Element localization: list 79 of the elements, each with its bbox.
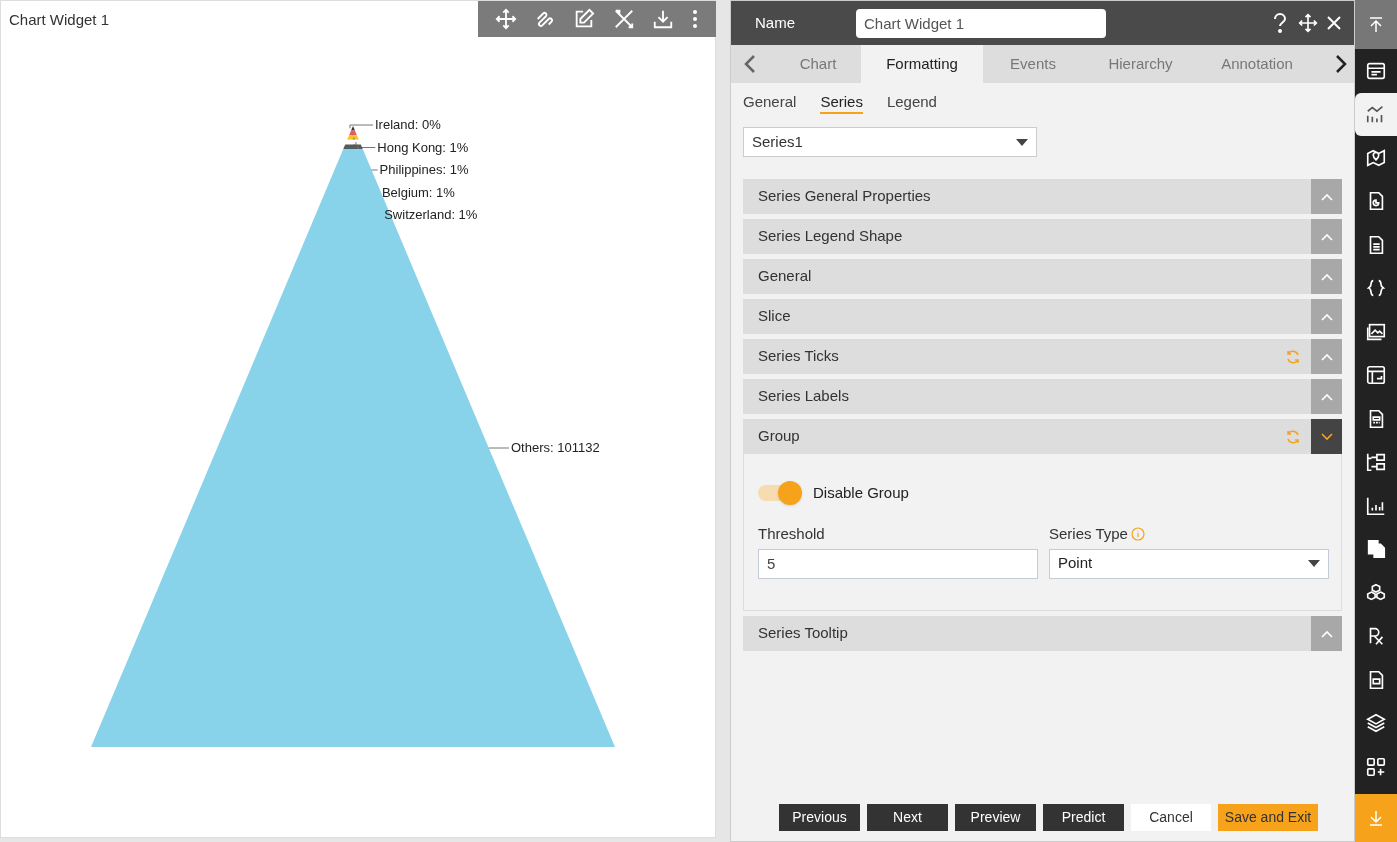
move-icon[interactable] (1298, 13, 1318, 33)
name-field[interactable]: Chart Widget 1 (856, 8, 1106, 38)
section-title: Series Labels (757, 386, 850, 407)
layers-icon (1365, 712, 1387, 735)
close-icon[interactable] (1326, 15, 1342, 31)
toggle-section-button[interactable] (1311, 299, 1342, 334)
threshold-field[interactable]: 5 (758, 548, 1038, 579)
section-title: Series General Properties (757, 186, 932, 207)
slice-label: Philippines: 1% (379, 163, 469, 176)
dropdown-value: Series1 (752, 131, 803, 152)
caret-icon (1016, 138, 1028, 146)
toggle-section-button[interactable] (1311, 419, 1342, 454)
chevron-left-icon[interactable] (743, 54, 757, 74)
chevron-up-icon (1320, 272, 1333, 281)
copy-icon (1365, 538, 1387, 561)
slice-label: Others: 101132 (511, 441, 600, 454)
section-header[interactable]: Series Tooltip (743, 616, 1342, 651)
section-header[interactable]: Series General Properties (743, 179, 1342, 214)
toggle-section-button[interactable] (1311, 179, 1342, 214)
section-title: Series Tooltip (757, 623, 849, 644)
section-header[interactable]: Series Labels (743, 379, 1342, 414)
chevron-up-icon (1320, 312, 1333, 321)
action-button[interactable]: Predict (1043, 804, 1124, 831)
section-title: Series Ticks (757, 346, 840, 367)
section-header[interactable]: Series Ticks (743, 339, 1342, 374)
action-button[interactable]: Previous (779, 804, 860, 831)
slice-label: Belgium: 1% (381, 185, 455, 199)
chevron-up-icon (1320, 232, 1333, 241)
subtab[interactable]: Series (820, 93, 863, 114)
sidebar-item[interactable] (1355, 92, 1397, 136)
chevron-down-icon (1320, 432, 1333, 441)
tab[interactable]: Formatting (861, 45, 983, 83)
name-label: Name (755, 12, 796, 33)
action-button[interactable]: Preview (955, 804, 1036, 831)
toggle-section-button[interactable] (1311, 616, 1342, 651)
layout-icon (1365, 364, 1387, 387)
subtab[interactable]: Legend (886, 93, 937, 114)
toggle-label: Disable Group (813, 482, 909, 503)
chevron-up-icon (1320, 629, 1333, 638)
edit-icon[interactable] (573, 8, 596, 30)
action-button[interactable]: Next (867, 804, 948, 831)
section-title: Slice (757, 306, 792, 327)
section-header[interactable]: General (743, 259, 1342, 294)
add-widget-icon (1365, 755, 1387, 778)
dropdown-value: Point (1058, 553, 1093, 574)
threshold-label: Threshold (758, 524, 826, 544)
more-icon[interactable] (691, 9, 700, 29)
section-header[interactable]: Series Legend Shape (743, 219, 1342, 254)
section-title: General (757, 266, 813, 287)
section-header[interactable]: Slice (743, 299, 1342, 334)
download-icon[interactable] (651, 8, 674, 30)
chevron-up-icon (1320, 192, 1333, 201)
toggle-section-button[interactable] (1311, 379, 1342, 414)
toggle-section-button[interactable] (1311, 259, 1342, 294)
series-dropdown[interactable]: Series1 (743, 127, 1037, 157)
series-type-label: Series Type (1049, 524, 1128, 544)
toggle-section-button[interactable] (1311, 219, 1342, 254)
chevron-up-icon (1320, 392, 1333, 401)
chevron-up-icon (1320, 352, 1333, 361)
series-type-dropdown[interactable]: Point (1049, 548, 1329, 579)
download-icon (1369, 810, 1383, 826)
section-title: Group (757, 426, 801, 447)
tree-icon (1365, 451, 1387, 474)
widget-title: Chart Widget 1 (9, 10, 110, 30)
arrow-up-icon (1369, 16, 1383, 33)
action-button[interactable]: Cancel (1131, 804, 1211, 831)
section-title: Series Legend Shape (757, 226, 904, 247)
subtab[interactable]: General (743, 93, 797, 114)
slice-label: Ireland: 0% (375, 118, 441, 131)
slice-label: Hong Kong: 1% (377, 140, 469, 154)
leader-line (488, 447, 510, 449)
chevron-right-icon[interactable] (1334, 54, 1348, 74)
leader-line (349, 124, 374, 129)
move-icon[interactable] (494, 8, 517, 30)
toggle-section-button[interactable] (1311, 339, 1342, 374)
action-button[interactable]: Save and Exit (1218, 804, 1318, 831)
slice-label: Switzerland: 1% (384, 208, 478, 221)
caret-icon (1308, 560, 1320, 567)
section-header[interactable]: Group (743, 419, 1342, 454)
